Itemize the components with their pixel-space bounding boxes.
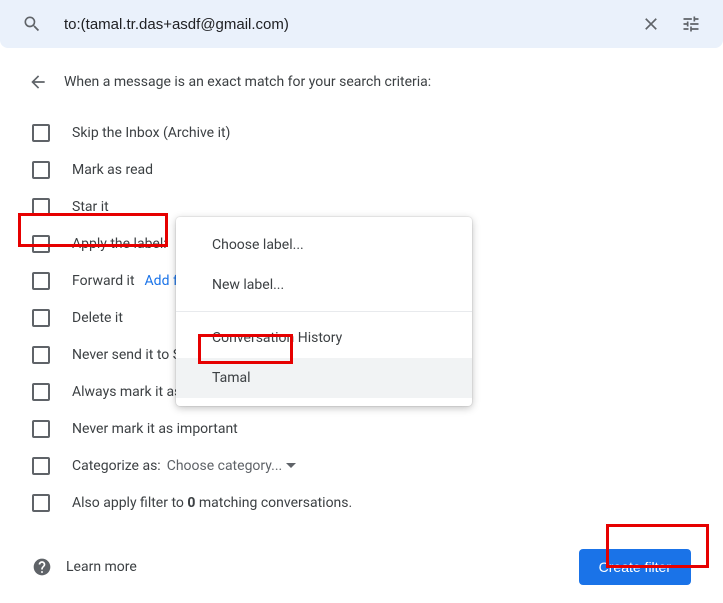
option-label: Forward it [72,273,135,289]
option-label: Apply the label: [72,236,167,252]
search-input[interactable] [52,16,631,33]
menu-tamal[interactable]: Tamal [176,358,472,398]
checkbox-icon[interactable] [32,235,50,253]
category-dropdown[interactable]: Choose category... [167,458,297,474]
option-never-important[interactable]: Never mark it as important [28,410,695,447]
learn-more-link[interactable]: Learn more [32,557,137,577]
option-also-apply[interactable]: Also apply filter to 0 matching conversa… [28,484,695,521]
option-label: Also apply filter to 0 matching conversa… [72,495,352,511]
option-categorize[interactable]: Categorize as: Choose category... [28,447,695,484]
option-label: Star it [72,199,109,215]
checkbox-icon[interactable] [32,420,50,438]
menu-divider [176,311,472,312]
checkbox-icon[interactable] [32,272,50,290]
option-label: Skip the Inbox (Archive it) [72,125,230,141]
option-label: Categorize as: [72,458,161,474]
checkbox-icon[interactable] [32,309,50,327]
checkbox-icon[interactable] [32,124,50,142]
checkbox-icon[interactable] [32,383,50,401]
filter-header: When a message is an exact match for you… [64,74,431,90]
checkbox-icon[interactable] [32,161,50,179]
menu-conversation-history[interactable]: Conversation History [176,318,472,358]
learn-more-label: Learn more [66,559,137,575]
checkbox-icon[interactable] [32,457,50,475]
search-bar [0,0,723,48]
clear-icon[interactable] [631,4,671,44]
label-menu: Choose label... New label... Conversatio… [176,217,472,406]
checkbox-icon[interactable] [32,346,50,364]
option-label: Mark as read [72,162,153,178]
back-icon[interactable] [28,72,48,92]
tune-icon[interactable] [671,4,711,44]
menu-new-label[interactable]: New label... [176,265,472,305]
create-filter-button[interactable]: Create filter [579,549,691,585]
help-icon [32,557,52,577]
menu-choose-label[interactable]: Choose label... [176,225,472,265]
option-label: Never mark it as important [72,421,238,437]
option-mark-read[interactable]: Mark as read [28,151,695,188]
checkbox-icon[interactable] [32,494,50,512]
option-skip-inbox[interactable]: Skip the Inbox (Archive it) [28,114,695,151]
option-label: Delete it [72,310,123,326]
checkbox-icon[interactable] [32,198,50,216]
search-icon[interactable] [12,4,52,44]
